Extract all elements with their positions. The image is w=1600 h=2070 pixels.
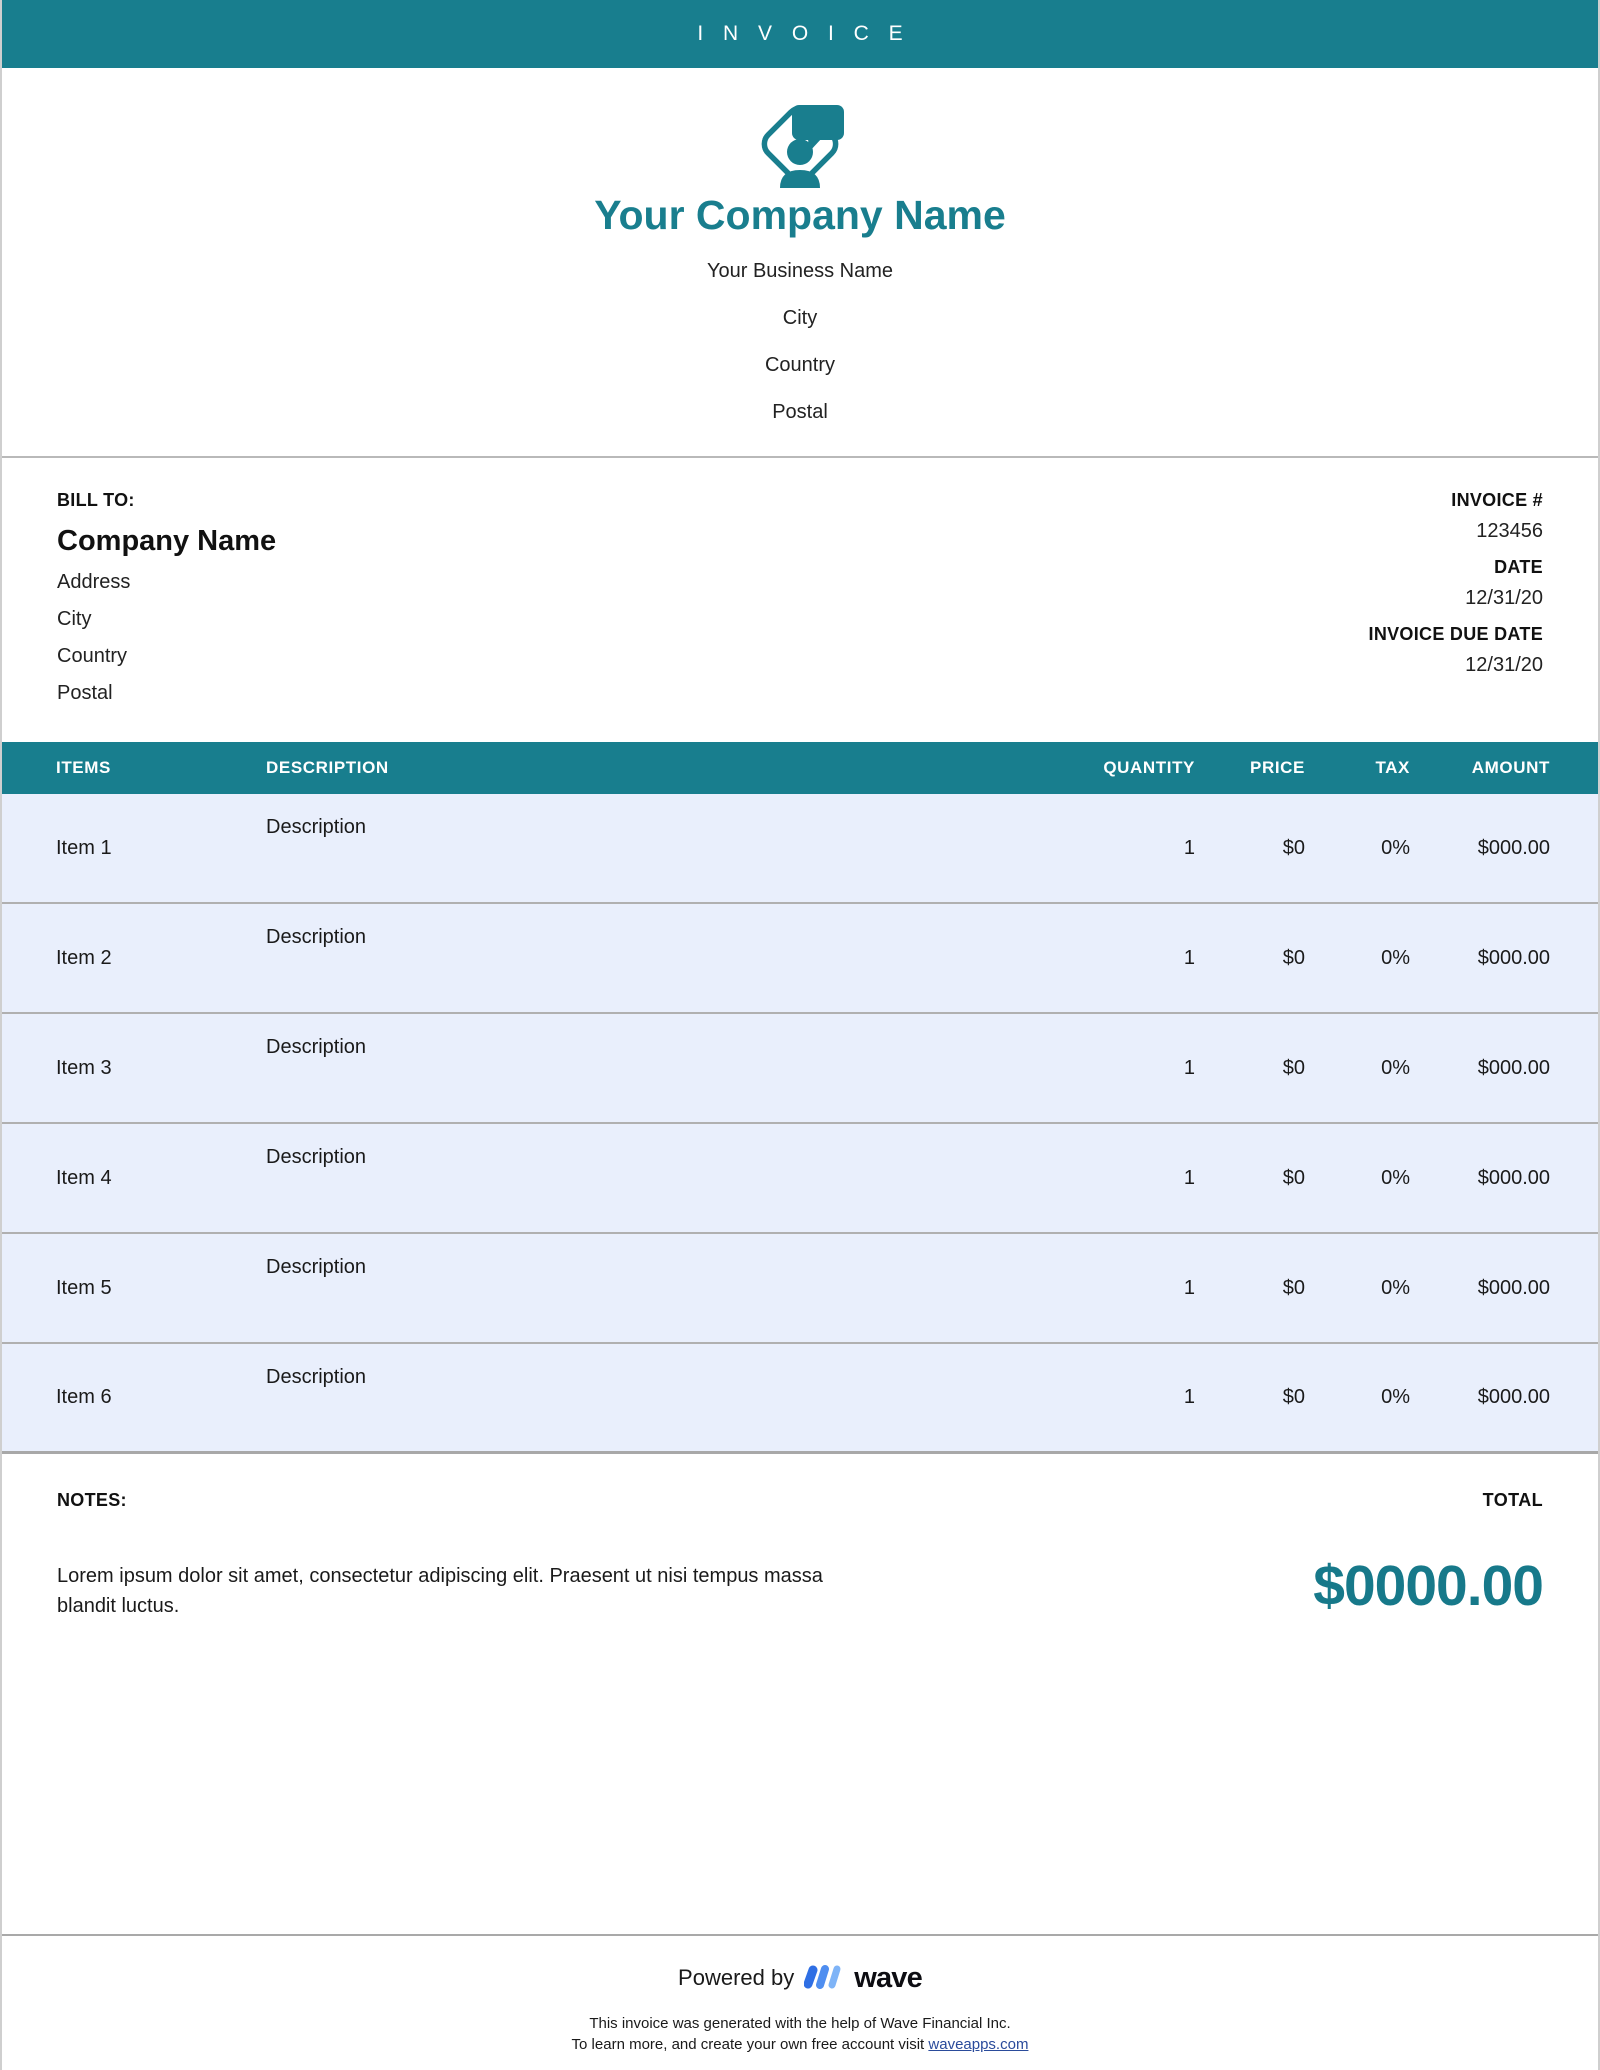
cell-price: $0 xyxy=(1282,836,1305,859)
invoice-page: I N V O I C E Your Company Name Your Bus… xyxy=(0,0,1600,2070)
invoice-header-bar: I N V O I C E xyxy=(2,0,1598,68)
cell-price: $0 xyxy=(1282,1166,1305,1189)
bill-to-country: Country xyxy=(57,645,128,667)
cell-quantity: 1 xyxy=(1183,1056,1195,1079)
company-logo xyxy=(2,96,1598,188)
invoice-number-value: 123456 xyxy=(1476,520,1543,542)
cell-description: Description xyxy=(266,1036,367,1058)
footer-line-2: To learn more, and create your own free … xyxy=(2,2034,1598,2056)
cell-quantity: 1 xyxy=(1183,1166,1195,1189)
company-city: City xyxy=(782,307,818,329)
total-amount: $0000.00 xyxy=(1313,1554,1544,1618)
invoice-number-label: INVOICE # xyxy=(1451,490,1543,510)
column-header-quantity: QUANTITY xyxy=(1103,758,1195,777)
table-row: Item 4 Description 1 $0 0% $000.00 xyxy=(2,1124,1598,1234)
invoice-date-value: 12/31/20 xyxy=(1465,587,1543,609)
column-header-price: PRICE xyxy=(1250,758,1305,777)
cell-amount: $000.00 xyxy=(1477,1386,1550,1408)
cell-price: $0 xyxy=(1282,1276,1305,1299)
column-header-tax: TAX xyxy=(1375,758,1410,777)
total-block: TOTAL $0000.00 xyxy=(1313,1490,1544,1934)
invoice-due-date-label: INVOICE DUE DATE xyxy=(1368,624,1543,644)
cell-tax: 0% xyxy=(1381,1166,1410,1189)
column-header-amount: AMOUNT xyxy=(1471,758,1550,777)
cell-quantity: 1 xyxy=(1183,946,1195,969)
invoice-footer: Powered by wave This invoice was generat… xyxy=(2,1933,1598,2070)
notes-block: NOTES: Lorem ipsum dolor sit amet, conse… xyxy=(57,1490,827,1934)
bill-to-address: Address xyxy=(57,571,131,593)
bill-to-postal: Postal xyxy=(57,682,113,704)
cell-item: Item 4 xyxy=(56,1166,112,1189)
invoice-title: I N V O I C E xyxy=(697,22,910,45)
powered-by-wave: Powered by wave xyxy=(2,1962,1598,1995)
bill-to-block: BILL TO: Company Name Address City Count… xyxy=(57,490,276,718)
cell-item: Item 5 xyxy=(56,1276,112,1299)
cell-item: Item 6 xyxy=(56,1386,112,1408)
total-label: TOTAL xyxy=(1482,1490,1543,1510)
cell-item: Item 1 xyxy=(56,836,112,859)
notes-label: NOTES: xyxy=(57,1490,127,1510)
invoice-meta-block: INVOICE # 123456 DATE 12/31/20 INVOICE D… xyxy=(1369,490,1543,718)
bill-to-city: City xyxy=(57,608,92,630)
cell-amount: $000.00 xyxy=(1477,1166,1550,1189)
cell-amount: $000.00 xyxy=(1477,1056,1550,1079)
cell-amount: $000.00 xyxy=(1477,946,1550,969)
company-business-name: Your Business Name xyxy=(706,260,894,282)
column-header-items: ITEMS xyxy=(56,758,111,777)
billing-section: BILL TO: Company Name Address City Count… xyxy=(2,458,1598,742)
waveapps-link[interactable]: waveapps.com xyxy=(928,2036,1028,2053)
cell-price: $0 xyxy=(1282,946,1305,969)
footer-line-2-prefix: To learn more, and create your own free … xyxy=(571,2036,929,2054)
person-speech-bubble-diamond-logo-icon xyxy=(761,105,844,188)
footer-fine-print: This invoice was generated with the help… xyxy=(2,2013,1598,2057)
cell-tax: 0% xyxy=(1381,1386,1410,1408)
company-name: Your Company Name xyxy=(594,192,1006,238)
cell-tax: 0% xyxy=(1381,1056,1410,1079)
invoice-date-label: DATE xyxy=(1494,557,1543,577)
table-row: Item 3 Description 1 $0 0% $000.00 xyxy=(2,1014,1598,1124)
bill-to-company: Company Name xyxy=(57,525,277,557)
table-header-row: ITEMS DESCRIPTION QUANTITY PRICE TAX AMO… xyxy=(2,742,1598,794)
cell-quantity: 1 xyxy=(1183,1276,1195,1299)
footer-line-1: This invoice was generated with the help… xyxy=(589,2014,1011,2032)
cell-quantity: 1 xyxy=(1183,1386,1195,1408)
table-row: Item 2 Description 1 $0 0% $000.00 xyxy=(2,904,1598,1014)
invoice-due-date-value: 12/31/20 xyxy=(1465,654,1543,676)
bill-to-label: BILL TO: xyxy=(57,490,135,510)
cell-description: Description xyxy=(266,1366,367,1388)
table-row: Item 5 Description 1 $0 0% $000.00 xyxy=(2,1234,1598,1344)
cell-tax: 0% xyxy=(1381,946,1410,969)
company-country: Country xyxy=(764,354,836,376)
cell-amount: $000.00 xyxy=(1477,1276,1550,1299)
notes-body: Lorem ipsum dolor sit amet, consectetur … xyxy=(57,1565,823,1617)
cell-item: Item 2 xyxy=(56,946,112,969)
cell-tax: 0% xyxy=(1381,836,1410,859)
company-postal: Postal xyxy=(772,401,828,423)
cell-description: Description xyxy=(266,1146,367,1168)
company-header: Your Company Name Your Business Name Cit… xyxy=(2,68,1598,458)
cell-price: $0 xyxy=(1282,1056,1305,1079)
cell-description: Description xyxy=(266,926,367,948)
summary-section: NOTES: Lorem ipsum dolor sit amet, conse… xyxy=(2,1454,1598,1934)
line-items-table: ITEMS DESCRIPTION QUANTITY PRICE TAX AMO… xyxy=(2,742,1598,1454)
cell-item: Item 3 xyxy=(56,1056,112,1079)
wave-logo-icon xyxy=(804,1965,841,1989)
cell-quantity: 1 xyxy=(1183,836,1195,859)
wave-wordmark: wave xyxy=(854,1961,923,1994)
cell-amount: $000.00 xyxy=(1477,836,1550,859)
cell-price: $0 xyxy=(1282,1386,1305,1408)
table-row: Item 1 Description 1 $0 0% $000.00 xyxy=(2,794,1598,904)
cell-tax: 0% xyxy=(1381,1276,1410,1299)
column-header-description: DESCRIPTION xyxy=(266,758,389,777)
table-row: Item 6 Description 1 $0 0% $000.00 xyxy=(2,1344,1598,1454)
cell-description: Description xyxy=(266,816,367,838)
powered-by-label: Powered by xyxy=(678,1965,795,1990)
cell-description: Description xyxy=(266,1256,367,1278)
